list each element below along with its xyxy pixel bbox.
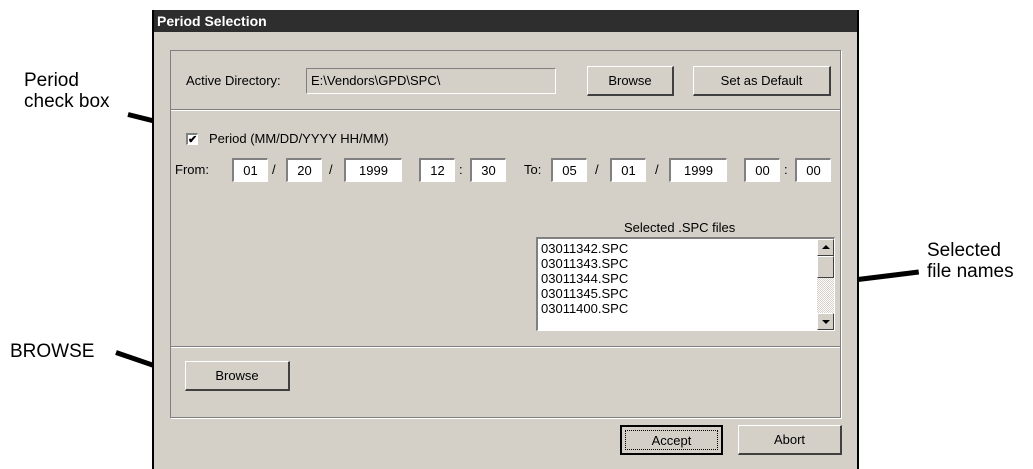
selected-files-listbox[interactable]: 03011342.SPC 03011343.SPC 03011344.SPC 0… (536, 237, 835, 331)
from-month-field[interactable]: 01 (232, 158, 268, 182)
to-date-separator-1: / (595, 162, 599, 177)
file-list-item[interactable]: 03011400.SPC (541, 301, 628, 316)
from-hour-field[interactable]: 12 (419, 158, 455, 182)
scroll-up-button[interactable] (817, 239, 834, 256)
separator-bottom (171, 346, 840, 348)
scroll-down-arrow-icon (822, 320, 830, 324)
browse-files-button-label: Browse (215, 368, 259, 383)
set-as-default-button[interactable]: Set as Default (693, 66, 831, 96)
set-as-default-button-label: Set as Default (720, 73, 803, 88)
browse-directory-button-label: Browse (608, 73, 652, 88)
from-date-separator-1: / (272, 162, 276, 177)
to-hour-field[interactable]: 00 (744, 158, 780, 182)
to-minute-field[interactable]: 00 (795, 158, 831, 182)
to-label: To: (524, 162, 542, 177)
callout-selected-file-names: Selected file names (927, 240, 1014, 282)
file-list-scrollbar[interactable] (817, 239, 834, 330)
from-date-separator-2: / (329, 162, 333, 177)
to-day-field[interactable]: 01 (610, 158, 646, 182)
main-group-box: Active Directory: E:\Vendors\GPD\SPC\ Br… (170, 50, 841, 418)
from-year-field[interactable]: 1999 (344, 158, 402, 182)
browse-files-button[interactable]: Browse (185, 361, 290, 391)
browse-directory-button[interactable]: Browse (587, 66, 674, 96)
file-list-item[interactable]: 03011343.SPC (541, 256, 628, 271)
scroll-up-arrow-icon (822, 245, 830, 249)
file-list-item[interactable]: 03011342.SPC (541, 241, 628, 256)
dialog-title: Period Selection (154, 10, 857, 32)
period-checkbox[interactable]: ✔ (186, 133, 198, 146)
from-minute-field[interactable]: 30 (470, 158, 506, 182)
from-time-separator: : (459, 162, 463, 177)
callout-selected-file-names-text: Selected file names (927, 240, 1014, 282)
scrollbar-thumb[interactable] (817, 256, 834, 278)
selected-files-label: Selected .SPC files (624, 220, 736, 235)
callout-period-check-box: Period check box (24, 70, 110, 112)
abort-button-label: Abort (773, 432, 806, 447)
period-label: Period (MM/DD/YYYY HH/MM) (209, 131, 389, 146)
abort-button[interactable]: Abort (738, 425, 842, 455)
from-label: From: (175, 162, 209, 177)
accept-button-label: Accept (651, 432, 692, 448)
file-list-item[interactable]: 03011344.SPC (541, 271, 628, 286)
separator-top (171, 109, 840, 111)
to-date-separator-2: / (655, 162, 659, 177)
from-day-field[interactable]: 20 (286, 158, 322, 182)
active-directory-field: E:\Vendors\GPD\SPC\ (306, 68, 556, 94)
to-month-field[interactable]: 05 (551, 158, 587, 182)
to-year-field[interactable]: 1999 (669, 158, 727, 182)
accept-button[interactable]: Accept (620, 425, 723, 455)
period-selection-dialog: Period Selection Active Directory: E:\Ve… (152, 10, 859, 469)
to-time-separator: : (784, 162, 788, 177)
file-list-item[interactable]: 03011345.SPC (541, 286, 628, 301)
callout-period-check-box-text: Period check box (24, 70, 110, 112)
callout-browse: BROWSE (10, 341, 95, 362)
active-directory-label: Active Directory: (186, 73, 281, 88)
scroll-down-button[interactable] (817, 313, 834, 330)
